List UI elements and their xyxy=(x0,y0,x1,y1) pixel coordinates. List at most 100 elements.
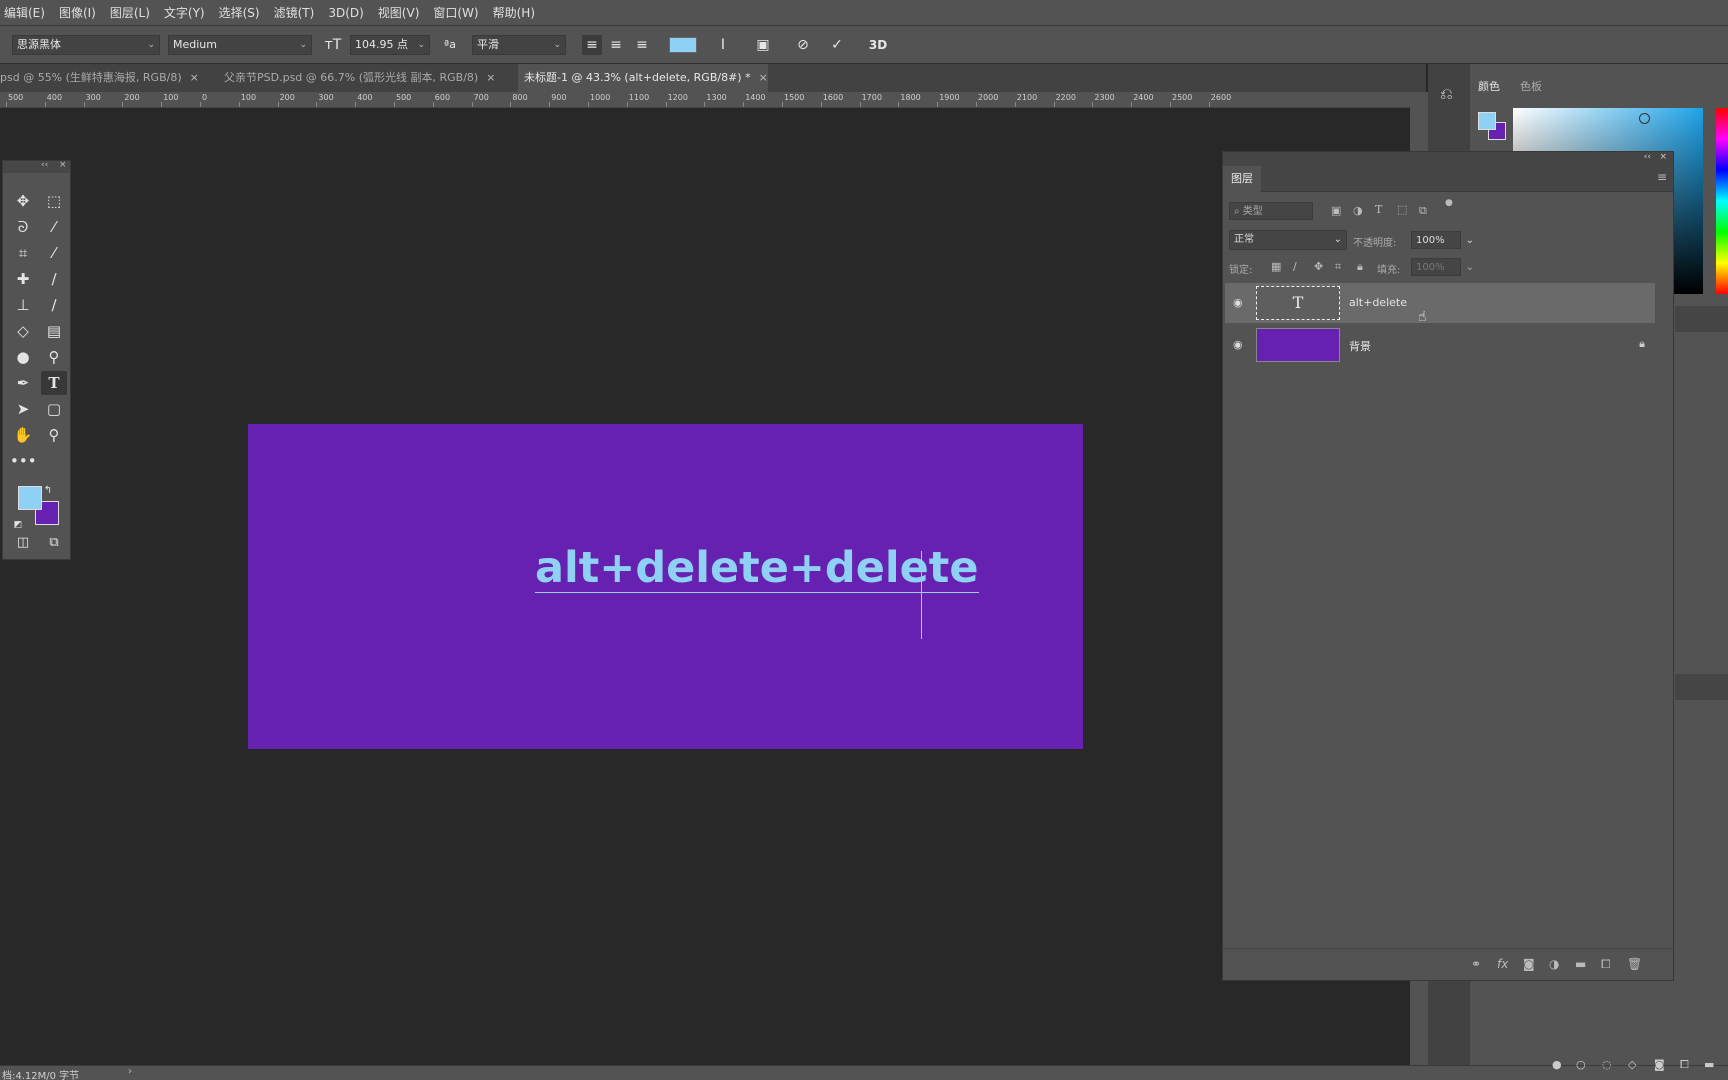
panel-menu-icon[interactable]: ≡ xyxy=(1657,170,1667,184)
align-center-icon[interactable]: ≡ xyxy=(606,35,626,55)
new-layer-icon[interactable]: ⧠ xyxy=(1601,957,1611,972)
mask-icon[interactable]: ◙ xyxy=(1654,1058,1665,1071)
new-icon[interactable]: ⧠ xyxy=(1680,1058,1689,1072)
healing-brush-tool-icon[interactable]: ✚ xyxy=(10,267,36,291)
cancel-icon[interactable]: ⊘ xyxy=(792,35,814,55)
horizontal-ruler[interactable]: 500 400 300 200 100 0 100 200 300 400 500 600 700 800… xyxy=(0,92,1410,108)
menu-help[interactable]: 帮助(H) xyxy=(493,4,535,21)
diamond-icon[interactable]: ◇ xyxy=(1628,1058,1636,1071)
path-selection-tool-icon[interactable]: ➤ xyxy=(10,397,36,421)
menu-window[interactable]: 窗口(W) xyxy=(433,4,478,21)
dodge-tool-icon[interactable]: ⚲ xyxy=(41,345,67,369)
eraser-tool-icon[interactable]: ◇ xyxy=(10,319,36,343)
menu-view[interactable]: 视图(V) xyxy=(378,4,420,21)
close-icon[interactable]: × xyxy=(59,160,67,170)
shape-filter-icon[interactable]: ⬚ xyxy=(1397,203,1407,216)
shape-tool-icon[interactable]: ▢ xyxy=(41,397,67,421)
link-layers-icon[interactable]: ⚭ xyxy=(1471,957,1481,971)
history-panel-icon[interactable]: ⎌ xyxy=(1440,84,1453,104)
layer-name[interactable]: alt+delete xyxy=(1349,296,1407,309)
tab-swatches[interactable]: 色板 xyxy=(1520,78,1542,94)
document-canvas[interactable]: alt+delete+delete xyxy=(248,424,1083,749)
smart-object-filter-icon[interactable]: ⧉ xyxy=(1419,204,1427,218)
lock-position-icon[interactable]: ✥ xyxy=(1314,260,1323,273)
lock-icon[interactable]: 🔒︎ xyxy=(1639,337,1645,351)
chevron-down-icon[interactable]: ⌄ xyxy=(1466,232,1474,250)
adjustment-filter-icon[interactable]: ◑ xyxy=(1353,204,1363,217)
tools-panel-header[interactable]: ‹‹ × xyxy=(3,160,70,173)
layer-row-background[interactable]: ◉ 背景 🔒︎ xyxy=(1225,325,1655,365)
fill-input[interactable]: 100% ⌄ xyxy=(1411,258,1474,276)
close-icon[interactable]: × xyxy=(486,71,495,84)
adjustment-layer-icon[interactable]: ◑ xyxy=(1549,957,1559,971)
pen-tool-icon[interactable]: ✒ xyxy=(10,371,36,395)
history-brush-tool-icon[interactable]: ∕ xyxy=(41,293,67,317)
visibility-eye-icon[interactable]: ◉ xyxy=(1233,296,1243,309)
menu-edit[interactable]: 编辑(E) xyxy=(4,4,45,21)
font-style-dropdown[interactable]: Medium ⌄ xyxy=(168,35,312,55)
swap-colors-icon[interactable]: ↰ xyxy=(41,479,55,503)
tab-layers[interactable]: 图层 xyxy=(1223,166,1261,192)
more-tools-icon[interactable]: ••• xyxy=(10,449,37,473)
status-menu-arrow[interactable]: › xyxy=(128,1066,132,1077)
dot-icon[interactable]: ● xyxy=(1552,1058,1562,1071)
hand-tool-icon[interactable]: ✋ xyxy=(10,423,36,447)
eyedropper-tool-icon[interactable]: ⁄ xyxy=(41,241,67,265)
text-color-swatch[interactable] xyxy=(669,37,697,53)
marquee-tool-icon[interactable]: ⬚ xyxy=(41,189,67,213)
menu-filter[interactable]: 滤镜(T) xyxy=(274,4,315,21)
foreground-color-swatch[interactable] xyxy=(1478,112,1496,130)
lock-all-icon[interactable]: 🔒︎ xyxy=(1357,260,1363,274)
clone-stamp-tool-icon[interactable]: ⊥ xyxy=(10,293,36,317)
layer-row-text[interactable]: ◉ T alt+delete xyxy=(1225,283,1655,323)
fx-icon[interactable]: fx xyxy=(1497,957,1508,971)
canvas-area[interactable]: alt+delete+delete xyxy=(0,108,1410,1065)
dashed-circle-icon[interactable]: ◌ xyxy=(1602,1058,1612,1071)
lock-pixels-icon[interactable]: ∕ xyxy=(1293,260,1297,273)
chevron-down-icon[interactable]: ⌄ xyxy=(1466,259,1474,277)
screen-mode-icon[interactable]: ⧉ xyxy=(41,531,67,555)
align-right-icon[interactable]: ≡ xyxy=(632,35,652,55)
visibility-eye-icon[interactable]: ◉ xyxy=(1233,338,1243,351)
menu-layer[interactable]: 图层(L) xyxy=(110,4,150,21)
layer-filter-kind[interactable]: ⌕ 类型 xyxy=(1229,202,1313,220)
menu-type[interactable]: 文字(Y) xyxy=(164,4,205,21)
align-left-icon[interactable]: ≡ xyxy=(582,35,602,55)
color-picker-marker[interactable] xyxy=(1639,113,1650,124)
menu-image[interactable]: 图像(I) xyxy=(59,4,96,21)
canvas-text-layer[interactable]: alt+delete+delete xyxy=(535,544,979,593)
filter-toggle-icon[interactable]: ● xyxy=(1445,198,1453,208)
type-tool-icon[interactable]: T xyxy=(41,371,67,395)
collapse-icon[interactable]: ‹‹ xyxy=(1644,152,1651,162)
collapse-icon[interactable]: ‹‹ xyxy=(41,160,48,170)
font-family-dropdown[interactable]: 思源黑体 ⌄ xyxy=(12,35,160,55)
antialias-dropdown[interactable]: 平滑 ⌄ xyxy=(472,35,566,55)
commit-check-icon[interactable]: ✓ xyxy=(826,35,848,55)
close-icon[interactable]: × xyxy=(759,71,768,84)
tab-color[interactable]: 颜色 xyxy=(1478,78,1500,94)
blend-mode-dropdown[interactable]: 正常 ⌄ xyxy=(1229,230,1347,250)
add-mask-icon[interactable]: ◙ xyxy=(1523,957,1535,971)
delete-layer-icon[interactable]: 🗑︎ xyxy=(1627,957,1642,971)
trash-icon[interactable]: ▬ xyxy=(1704,1058,1714,1071)
foreground-color-swatch[interactable] xyxy=(18,486,42,510)
font-size-dropdown[interactable]: 104.95 点 ⌄ xyxy=(350,35,430,55)
hue-slider[interactable] xyxy=(1716,108,1728,294)
pixel-filter-icon[interactable]: ▣ xyxy=(1331,204,1341,217)
circle-icon[interactable]: ○ xyxy=(1576,1058,1586,1071)
layers-panel-titlebar[interactable]: ‹‹ × xyxy=(1223,152,1673,166)
lock-artboard-icon[interactable]: ⌗ xyxy=(1335,260,1341,274)
lock-transparent-icon[interactable]: ▦ xyxy=(1271,260,1281,273)
opacity-input[interactable]: 100% ⌄ xyxy=(1411,231,1474,249)
menu-3d[interactable]: 3D(D) xyxy=(328,6,363,20)
type-filter-icon[interactable]: T xyxy=(1375,203,1382,216)
new-group-icon[interactable]: ▬ xyxy=(1575,957,1586,971)
close-icon[interactable]: × xyxy=(190,71,199,84)
move-tool-icon[interactable]: ✥ xyxy=(10,189,36,213)
tab-document-active[interactable]: 未标题-1 @ 43.3% (alt+delete, RGB/8#) * × xyxy=(518,64,768,92)
tab-document-2[interactable]: 父亲节PSD.psd @ 66.7% (弧形光线 副本, RGB/8) × xyxy=(218,64,514,92)
brush-tool-icon[interactable]: ∕ xyxy=(41,267,67,291)
close-icon[interactable]: × xyxy=(1659,152,1667,162)
gradient-tool-icon[interactable]: ▤ xyxy=(41,319,67,343)
warp-text-icon[interactable]: Ⅰ xyxy=(712,35,734,55)
